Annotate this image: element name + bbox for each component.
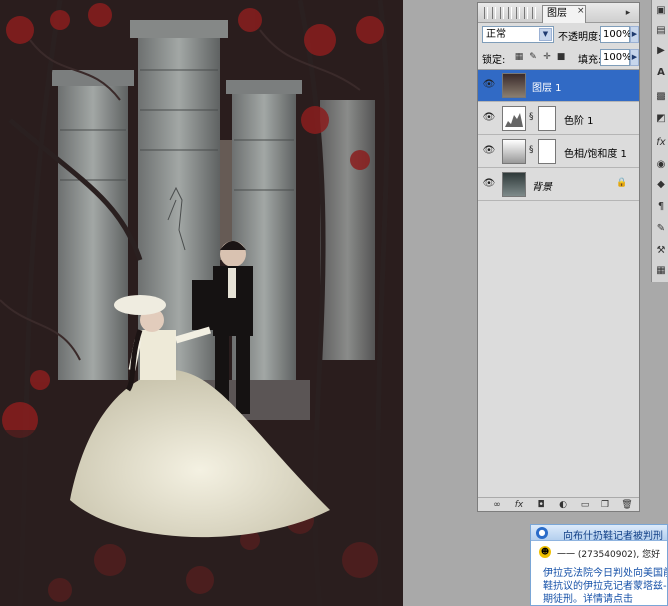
tab-stub[interactable] [524,7,528,19]
panel-footer: ∞ fx ◘ ◐ ▭ ❐ 🗑 [478,497,639,511]
visibility-eye-icon[interactable]: 👁 [482,145,496,157]
trash-icon[interactable]: 🗑 [620,499,634,511]
brushes-icon[interactable]: ✎ [654,222,668,236]
tab-stub[interactable] [516,7,520,19]
new-group-icon[interactable]: ▭ [578,499,592,511]
blend-mode-select[interactable]: 正常 ▼ [482,26,554,43]
lock-label: 锁定: [482,55,506,66]
lock-fill-row: 锁定: ▦ ✎ ✛ ■ 填充: 100% ▶ [478,48,639,68]
visibility-eye-icon[interactable]: 👁 [482,79,496,91]
qq-logo-icon: ● [536,527,548,539]
opacity-input[interactable]: 100% [600,26,632,43]
qq-user-greeting: 一一 (273540902), 您好 [557,550,661,560]
layer-name: 背景 [532,182,552,193]
blend-mode-value: 正常 [486,29,506,40]
visibility-eye-icon[interactable]: 👁 [482,112,496,124]
new-layer-icon[interactable]: ❐ [598,499,612,511]
qq-user-row: ☻ 一一 (273540902), 您好 [531,543,667,561]
fill-input[interactable]: 100% [600,49,632,66]
layer-name: 色相/饱和度 1 [564,149,627,160]
layer-name: 色阶 1 [564,116,594,127]
photo-canvas[interactable] [0,0,403,606]
layer-mask-thumbnail [538,139,556,164]
tab-stub[interactable] [500,7,504,19]
styles-icon[interactable]: ◩ [654,112,668,126]
qq-news-line: 鞋抗议的伊拉克记者蒙塔兹- [543,581,667,592]
panel-menu-icon[interactable]: ▸ [620,6,636,20]
layer-list: 👁 图层 1 👁 § 色阶 1 👁 § 色相/饱和度 1 👁 背景 🔒 [478,69,639,497]
opacity-label: 不透明度: [558,32,602,43]
layer-comps-icon[interactable]: ◆ [654,178,668,192]
fill-slider-arrow-icon[interactable]: ▶ [630,49,639,66]
tab-stub[interactable] [484,7,488,19]
lock-all-icon[interactable]: ■ [556,52,566,62]
layer-thumbnail [502,172,526,197]
tab-stub[interactable] [532,7,536,19]
panel-dock-strip: ▣ ▤ ▶ A ▩ ◩ fx ◉ ◆ ¶ ✎ ⚒ ▦ [651,0,668,282]
link-chain-icon[interactable]: § [529,145,537,155]
qq-popup-header: ● 向布什扔鞋记者被判刑 [531,525,667,542]
actions-icon[interactable]: ◉ [654,158,668,172]
lock-pixels-icon[interactable]: ✎ [528,52,538,62]
tool-presets-icon[interactable]: ⚒ [654,244,668,258]
layer-row-hue-saturation1[interactable]: 👁 § 色相/饱和度 1 [478,136,639,168]
tab-stub[interactable] [492,7,496,19]
chevron-down-icon[interactable]: ▼ [539,28,552,41]
info-icon[interactable]: ▶ [654,44,668,58]
hue-saturation-adjustment-icon [502,139,526,164]
layer-thumbnail [502,73,526,98]
qq-news-body[interactable]: 伊拉克法院今日判处向美国前 鞋抗议的伊拉克记者蒙塔兹- 期徒刑。详情请点击 [543,567,668,605]
fx-icon[interactable]: fx [512,499,526,511]
add-mask-icon[interactable]: ◘ [534,499,548,511]
qq-news-popup[interactable]: ● 向布什扔鞋记者被判刑 ☻ 一一 (273540902), 您好 伊拉克法院今… [530,524,668,606]
layer-row-background[interactable]: 👁 背景 🔒 [478,169,639,201]
lock-transparency-icon[interactable]: ▦ [514,52,524,62]
link-layers-icon[interactable]: ∞ [490,499,504,511]
navigator-icon[interactable]: ▣ [654,4,668,18]
lock-position-icon[interactable]: ✛ [542,52,552,62]
link-chain-icon[interactable]: § [529,112,537,122]
close-icon[interactable]: × [577,6,585,16]
histogram-icon[interactable]: ▤ [654,24,668,38]
paragraph-icon[interactable]: ¶ [654,200,668,214]
character-icon[interactable]: A [654,66,668,80]
qq-news-line: 期徒刑。详情请点击 [543,594,633,605]
wedding-photo [0,0,403,606]
fx-icon[interactable]: fx [654,136,668,150]
layers-panel: 图层 × ▸ 正常 ▼ 不透明度: 100% ▶ 锁定: ▦ ✎ ✛ ■ 填充:… [477,2,640,512]
swatches-icon[interactable]: ▩ [654,90,668,104]
qq-penguin-avatar-icon: ☻ [539,546,551,558]
visibility-eye-icon[interactable]: 👁 [482,178,496,190]
qq-news-line: 伊拉克法院今日判处向美国前 [543,568,668,579]
adjustment-layer-icon[interactable]: ◐ [556,499,570,511]
layer-name: 图层 1 [532,83,562,94]
fill-label: 填充: [578,55,602,66]
qq-news-title[interactable]: 向布什扔鞋记者被判刑 [563,527,663,542]
tab-stub[interactable] [508,7,512,19]
blend-opacity-row: 正常 ▼ 不透明度: 100% ▶ [478,25,639,45]
levels-adjustment-icon [502,106,526,131]
clone-source-icon[interactable]: ▦ [654,264,668,278]
opacity-slider-arrow-icon[interactable]: ▶ [630,26,639,43]
layer-row-levels1[interactable]: 👁 § 色阶 1 [478,103,639,135]
layer-row-layer1[interactable]: 👁 图层 1 [478,70,639,102]
panel-tab-bar: 图层 × ▸ [478,3,639,23]
tab-layers-label: 图层 [547,8,567,19]
layer-mask-thumbnail [538,106,556,131]
lock-icon: 🔒 [616,178,628,188]
